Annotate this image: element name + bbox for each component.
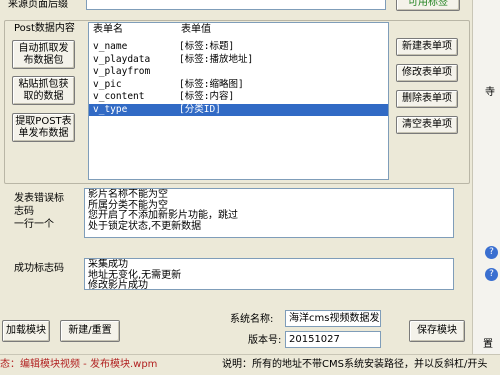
post-data-label: Post数据内容 xyxy=(14,23,75,34)
new-reset-button[interactable]: 新建/重置 xyxy=(60,320,120,342)
delete-item-button[interactable]: 删除表单项 xyxy=(396,90,458,108)
table-row[interactable]: v_playfrom xyxy=(89,66,388,79)
column-header-value[interactable]: 表单值 xyxy=(177,23,388,37)
cell-form-value: [标签:标题] xyxy=(179,41,235,52)
source-suffix-label: 来源页面后缀 xyxy=(8,0,68,10)
save-module-button[interactable]: 保存模块 xyxy=(409,320,465,342)
background-window-edge: 寺 ? ? 置 xyxy=(472,0,500,354)
table-body: v_name [标签:标题] v_playdata [标签:播放地址] v_playfr… xyxy=(89,41,388,116)
new-item-button[interactable]: 新建表单项 xyxy=(396,38,458,56)
status-bar: 态：编辑模块视频 - 发布模块.wpm 说明：所有的地址不带CMS系统安装路径，… xyxy=(0,354,500,375)
cell-form-value xyxy=(177,66,388,79)
system-name-input[interactable]: 海洋cms视频数据发布 xyxy=(285,310,381,327)
system-name-label: 系统名称: xyxy=(230,314,274,325)
table-row[interactable]: v_name [标签:标题] xyxy=(89,41,388,54)
edit-item-button[interactable]: 修改表单项 xyxy=(396,64,458,82)
background-window-text: 寺 xyxy=(485,87,495,98)
cell-form-value: [标签:播放地址] xyxy=(179,53,254,65)
table-row[interactable]: v_pic [标签:缩略图] xyxy=(89,79,388,92)
status-right-text: 说明：所有的地址不带CMS系统安装路径，并以反斜杠/开头 xyxy=(222,359,488,370)
cell-form-name: v_playfrom xyxy=(93,66,151,77)
paste-capture-button[interactable]: 粘贴抓包获 取的数据 xyxy=(12,76,75,105)
clear-items-button[interactable]: 清空表单项 xyxy=(396,116,458,134)
status-left-text: 态：编辑模块视频 - 发布模块.wpm xyxy=(0,359,158,370)
cell-form-name: v_type xyxy=(93,103,128,115)
available-tags-button[interactable]: 可用标签 xyxy=(396,0,460,11)
source-suffix-row: 来源页面后缀 可用标签 xyxy=(0,0,500,14)
column-header-name[interactable]: 表单名 xyxy=(89,23,177,37)
cell-form-value: [标签:缩略图] xyxy=(179,78,244,90)
version-label: 版本号: xyxy=(248,335,282,346)
version-input[interactable]: 20151027 xyxy=(285,331,381,348)
table-row[interactable]: v_content [标签:内容] xyxy=(89,91,388,104)
success-codes-textarea[interactable]: 采集成功 地址无变化,无需更新 修改影片成功 xyxy=(84,258,454,290)
table-row[interactable]: v_playdata [标签:播放地址] xyxy=(89,54,388,67)
background-window-text-2: 置 xyxy=(483,339,493,350)
form-fields-table[interactable]: 表单名 表单值 v_name [标签:标题] v_playdata [标签:播放地址]… xyxy=(88,22,389,180)
help-icon: ? xyxy=(485,268,498,281)
cell-form-name: v_pic xyxy=(93,78,122,90)
table-row[interactable]: v_type [分类ID] xyxy=(89,103,388,116)
error-codes-label: 发表错误标 志码 一行一个 xyxy=(14,193,64,230)
cell-form-value: [标签:内容] xyxy=(179,91,235,102)
cell-form-value: [分类ID] xyxy=(179,103,221,115)
load-module-button[interactable]: 加载模块 xyxy=(2,320,50,342)
cell-form-name: v_name xyxy=(93,41,128,52)
source-suffix-input[interactable] xyxy=(86,0,386,10)
cell-form-name: v_content xyxy=(93,91,145,102)
help-icon: ? xyxy=(485,246,498,259)
table-header: 表单名 表单值 xyxy=(89,23,388,37)
success-codes-label: 成功标志码 xyxy=(14,263,64,274)
cell-form-name: v_playdata xyxy=(93,53,151,65)
extract-post-button[interactable]: 提取POST表 单发布数据 xyxy=(12,113,75,142)
auto-capture-button[interactable]: 自动抓取发 布数据包 xyxy=(12,40,75,69)
error-codes-textarea[interactable]: 影片名称不能为空 所属分类不能为空 您开启了不添加新影片功能，跳过 处于锁定状态… xyxy=(84,188,454,238)
